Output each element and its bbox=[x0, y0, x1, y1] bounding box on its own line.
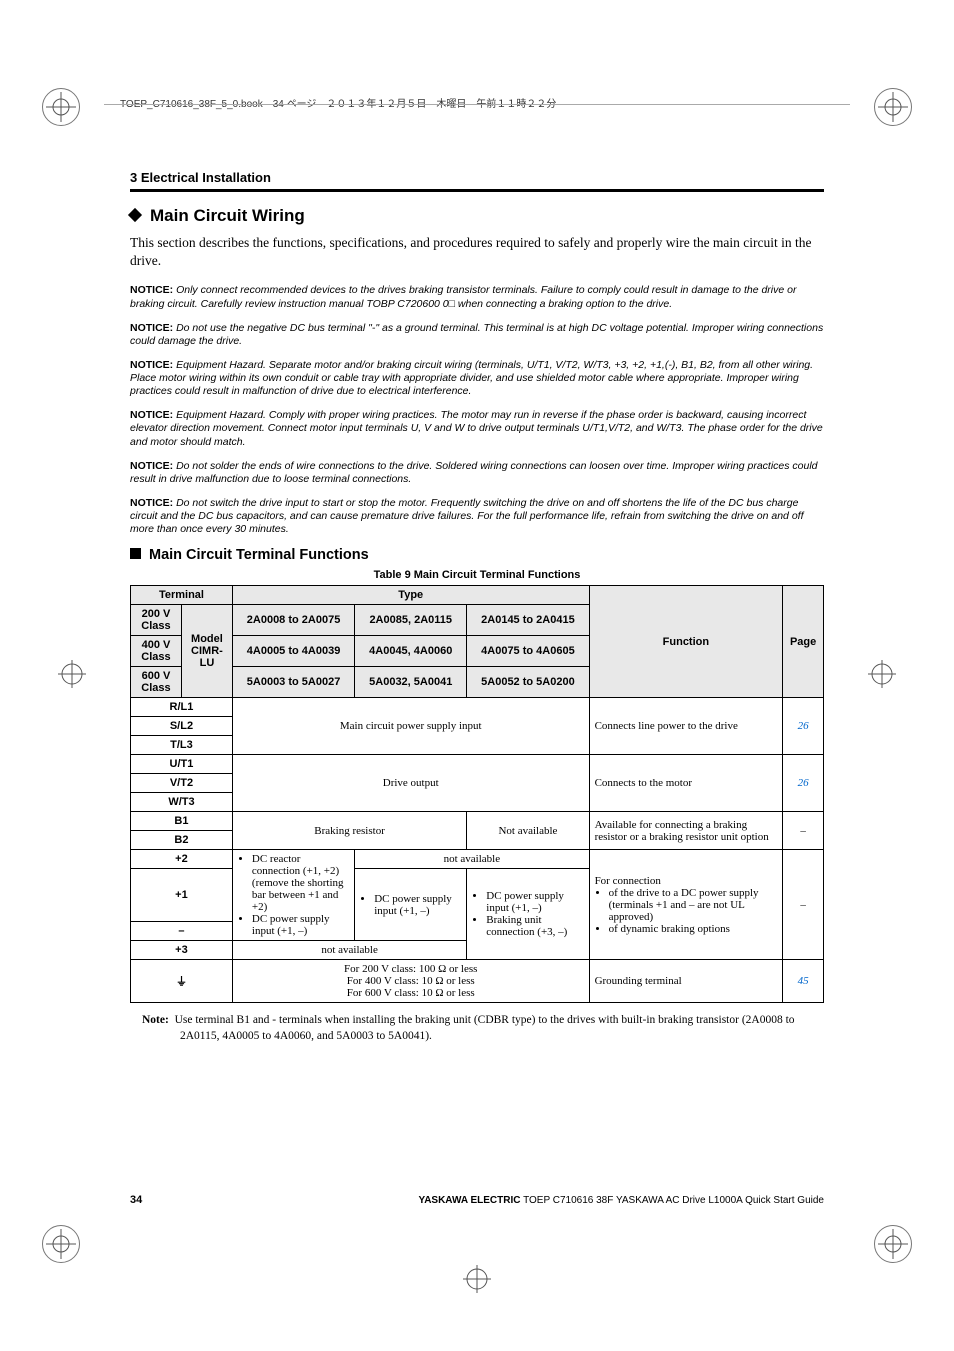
term-plus3: +3 bbox=[131, 941, 233, 960]
th-400v-c1: 4A0005 to 4A0039 bbox=[232, 636, 354, 667]
heading-main-circuit-wiring: Main Circuit Wiring bbox=[130, 206, 824, 226]
term-b1: B1 bbox=[131, 812, 233, 831]
th-400v-c3: 4A0075 to 4A0605 bbox=[467, 636, 589, 667]
crop-mark-bottom bbox=[463, 1265, 491, 1293]
cell-braking-type-c3: Not available bbox=[467, 812, 589, 850]
table-row: B1 Braking resistor Not available Availa… bbox=[131, 812, 824, 831]
term-plus2: +2 bbox=[131, 850, 233, 869]
diamond-icon bbox=[128, 208, 142, 222]
th-200v-c3: 2A0145 to 2A0415 bbox=[467, 605, 589, 636]
term-ground: ⏚ bbox=[131, 960, 233, 1003]
th-terminal: Terminal bbox=[131, 586, 233, 605]
th-type: Type bbox=[232, 586, 589, 605]
square-icon bbox=[130, 548, 141, 559]
ground-icon: ⏚ bbox=[176, 976, 187, 988]
th-model: Model CIMR-LU bbox=[181, 605, 232, 698]
print-header-line bbox=[104, 104, 850, 105]
notice-4: NOTICE: Equipment Hazard. Comply with pr… bbox=[130, 409, 824, 448]
table-row: ⏚ For 200 V class: 100 Ω or less For 400… bbox=[131, 960, 824, 1003]
cell-drive-output-page: 26 bbox=[783, 755, 824, 812]
page-body: 3 Electrical Installation Main Circuit W… bbox=[130, 170, 824, 1044]
notice-5: NOTICE: Do not solder the ends of wire c… bbox=[130, 460, 824, 486]
cell-dc-func: For connection of the drive to a DC powe… bbox=[589, 850, 783, 960]
crop-mark-left bbox=[58, 660, 86, 688]
print-register-mark-tr bbox=[874, 88, 912, 126]
term-plus1: +1 bbox=[131, 869, 233, 922]
th-400v: 400 V Class bbox=[131, 636, 182, 667]
table-caption: Table 9 Main Circuit Terminal Functions bbox=[130, 569, 824, 581]
cell-main-power-page: 26 bbox=[783, 698, 824, 755]
cell-dc-col2: DC power supply input (+1, –) bbox=[355, 869, 467, 941]
h2-text: Main Circuit Wiring bbox=[150, 206, 305, 225]
cell-drive-output-func: Connects to the motor bbox=[589, 755, 783, 812]
notice-3: NOTICE: Equipment Hazard. Separate motor… bbox=[130, 359, 824, 398]
term-sl2: S/L2 bbox=[131, 717, 233, 736]
cell-main-power-type: Main circuit power supply input bbox=[232, 698, 589, 755]
note-text: Use terminal B1 and - terminals when ins… bbox=[175, 1014, 795, 1042]
cell-ground-func: Grounding terminal bbox=[589, 960, 783, 1003]
terminal-functions-table: Terminal Type Function Page 200 V Class … bbox=[130, 585, 824, 1003]
table-row: Terminal Type Function Page bbox=[131, 586, 824, 605]
page-footer: 34 YASKAWA ELECTRIC TOEP C710616 38F YAS… bbox=[130, 1194, 824, 1206]
cell-dc-page: – bbox=[783, 850, 824, 960]
term-ut1: U/T1 bbox=[131, 755, 233, 774]
table-row: U/T1 Drive output Connects to the motor … bbox=[131, 755, 824, 774]
cell-drive-output-type: Drive output bbox=[232, 755, 589, 812]
section-breadcrumb: 3 Electrical Installation bbox=[130, 170, 824, 185]
term-tl3: T/L3 bbox=[131, 736, 233, 755]
cell-plus2-notavail: not available bbox=[355, 850, 589, 869]
th-600v-c3: 5A0052 to 5A0200 bbox=[467, 667, 589, 698]
th-400v-c2: 4A0045, 4A0060 bbox=[355, 636, 467, 667]
notice-6: NOTICE: Do not switch the drive input to… bbox=[130, 497, 824, 536]
print-register-mark-tl bbox=[42, 88, 80, 126]
footer-text: YASKAWA ELECTRIC TOEP C710616 38F YASKAW… bbox=[418, 1195, 824, 1206]
footer-page-number: 34 bbox=[130, 1194, 142, 1206]
intro-paragraph: This section describes the functions, sp… bbox=[130, 234, 824, 270]
notice-1: NOTICE: Only connect recommended devices… bbox=[130, 284, 824, 310]
section-rule bbox=[130, 189, 824, 192]
notice-2: NOTICE: Do not use the negative DC bus t… bbox=[130, 322, 824, 348]
heading-terminal-functions: Main Circuit Terminal Functions bbox=[130, 547, 824, 563]
crop-mark-right bbox=[868, 660, 896, 688]
h3-text: Main Circuit Terminal Functions bbox=[149, 547, 369, 563]
th-200v: 200 V Class bbox=[131, 605, 182, 636]
table-row: R/L1 Main circuit power supply input Con… bbox=[131, 698, 824, 717]
cell-ground-type: For 200 V class: 100 Ω or less For 400 V… bbox=[232, 960, 589, 1003]
cell-braking-page: – bbox=[783, 812, 824, 850]
cell-braking-func: Available for connecting a braking resis… bbox=[589, 812, 783, 850]
note-block: Note: Use terminal B1 and - terminals wh… bbox=[130, 1013, 824, 1044]
print-header-text: TOEP_C710616_38F_5_0.book 34 ページ ２０１３年１２… bbox=[120, 95, 556, 110]
cell-main-power-func: Connects line power to the drive bbox=[589, 698, 783, 755]
term-minus: – bbox=[131, 922, 233, 941]
cell-dc-col3: DC power supply input (+1, –) Braking un… bbox=[467, 869, 589, 960]
cell-braking-type: Braking resistor bbox=[232, 812, 466, 850]
term-wt3: W/T3 bbox=[131, 793, 233, 812]
th-600v-c1: 5A0003 to 5A0027 bbox=[232, 667, 354, 698]
note-label: Note: bbox=[142, 1014, 169, 1026]
th-600v-c2: 5A0032, 5A0041 bbox=[355, 667, 467, 698]
cell-plus3-notavail: not available bbox=[232, 941, 466, 960]
cell-ground-page: 45 bbox=[783, 960, 824, 1003]
term-b2: B2 bbox=[131, 831, 233, 850]
print-register-mark-bl bbox=[42, 1225, 80, 1263]
cell-dc-col1: DC reactor connection (+1, +2) (remove t… bbox=[232, 850, 354, 941]
th-200v-c1: 2A0008 to 2A0075 bbox=[232, 605, 354, 636]
term-rl1: R/L1 bbox=[131, 698, 233, 717]
print-register-mark-br bbox=[874, 1225, 912, 1263]
th-200v-c2: 2A0085, 2A0115 bbox=[355, 605, 467, 636]
table-row: +2 DC reactor connection (+1, +2) (remov… bbox=[131, 850, 824, 869]
th-function: Function bbox=[589, 586, 783, 698]
th-600v: 600 V Class bbox=[131, 667, 182, 698]
term-vt2: V/T2 bbox=[131, 774, 233, 793]
th-page: Page bbox=[783, 586, 824, 698]
